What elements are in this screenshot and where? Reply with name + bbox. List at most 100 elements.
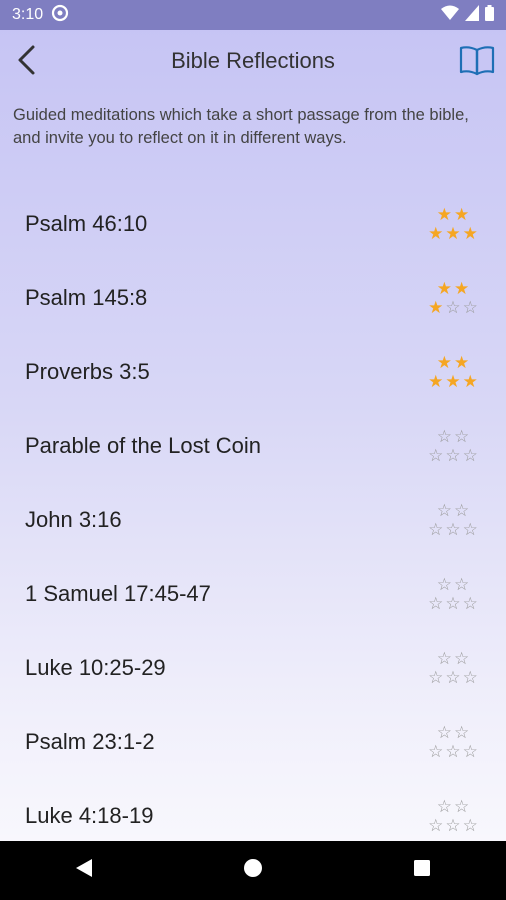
description-text: Guided meditations which take a short pa… (13, 106, 469, 147)
star-row: ★ ★ ★ (428, 224, 478, 243)
nav-home-button[interactable] (233, 851, 273, 891)
nav-home-icon (243, 858, 263, 883)
star-empty-icon: ☆ (445, 668, 461, 687)
item-title: Psalm 145:8 (25, 285, 148, 310)
list-item[interactable]: Psalm 145:8 ★ ★ ★ ☆ ☆ (0, 261, 506, 335)
star-row: ★ ★ (437, 353, 470, 372)
star-row: ★ ★ ★ (428, 372, 478, 391)
star-filled-icon: ★ (462, 372, 478, 391)
star-empty-icon: ☆ (454, 797, 470, 816)
star-rating: ☆ ☆ ☆ ☆ ☆ (426, 501, 480, 539)
list-item[interactable]: John 3:16 ☆ ☆ ☆ ☆ ☆ (0, 483, 506, 557)
list-item[interactable]: Parable of the Lost Coin ☆ ☆ ☆ ☆ ☆ (0, 409, 506, 483)
star-empty-icon: ☆ (462, 668, 478, 687)
item-title: 1 Samuel 17:45-47 (25, 581, 211, 606)
wifi-icon (441, 5, 459, 26)
nav-back-button[interactable] (64, 851, 104, 891)
star-empty-icon: ☆ (445, 742, 461, 761)
star-row: ☆ ☆ (437, 649, 470, 668)
star-row: ☆ ☆ (437, 575, 470, 594)
star-row: ☆ ☆ ☆ (428, 668, 478, 687)
app-bar: Bible Reflections (0, 30, 506, 94)
battery-icon (485, 4, 494, 26)
list-item[interactable]: 1 Samuel 17:45-47 ☆ ☆ ☆ ☆ ☆ (0, 557, 506, 631)
star-empty-icon: ☆ (454, 649, 470, 668)
star-row: ★ ★ (437, 205, 470, 224)
star-row: ☆ ☆ ☆ (428, 520, 478, 539)
star-filled-icon: ★ (445, 372, 461, 391)
star-rating: ★ ★ ★ ★ ★ (426, 353, 480, 391)
star-filled-icon: ★ (436, 205, 452, 224)
list-item[interactable]: Proverbs 3:5 ★ ★ ★ ★ ★ (0, 335, 506, 409)
star-empty-icon: ☆ (436, 797, 452, 816)
star-empty-icon: ☆ (454, 501, 470, 520)
status-right (441, 4, 494, 26)
star-row: ☆ ☆ (437, 501, 470, 520)
star-empty-icon: ☆ (462, 816, 478, 835)
item-title: Psalm 46:10 (25, 211, 148, 236)
list-item[interactable]: Psalm 46:10 ★ ★ ★ ★ ★ (0, 187, 506, 261)
bible-book-button[interactable] (458, 44, 496, 80)
star-rating: ★ ★ ★ ★ ★ (426, 205, 480, 243)
star-empty-icon: ☆ (454, 575, 470, 594)
list-item[interactable]: Luke 10:25-29 ☆ ☆ ☆ ☆ ☆ (0, 631, 506, 705)
item-title: Parable of the Lost Coin (25, 433, 262, 458)
item-title: Luke 10:25-29 (25, 655, 166, 680)
star-empty-icon: ☆ (445, 446, 461, 465)
star-filled-icon: ★ (454, 353, 470, 372)
star-empty-icon: ☆ (445, 594, 461, 613)
star-row: ☆ ☆ (437, 723, 470, 742)
star-row: ☆ ☆ ☆ (428, 594, 478, 613)
star-empty-icon: ☆ (428, 742, 444, 761)
star-empty-icon: ☆ (436, 427, 452, 446)
star-empty-icon: ☆ (428, 668, 444, 687)
star-empty-icon: ☆ (436, 501, 452, 520)
status-time: 3:10 (12, 6, 44, 23)
star-rating: ☆ ☆ ☆ ☆ ☆ (426, 427, 480, 465)
star-row: ☆ ☆ (437, 797, 470, 816)
reflection-list: Psalm 46:10 ★ ★ ★ ★ ★ Psalm 145:8 ★ ★ ★ ☆ ☆ Proverbs… (0, 187, 506, 853)
star-empty-icon: ☆ (445, 520, 461, 539)
nav-back-icon (75, 858, 93, 883)
star-empty-icon: ☆ (462, 520, 478, 539)
star-filled-icon: ★ (428, 224, 444, 243)
star-empty-icon: ☆ (428, 520, 444, 539)
star-rating: ★ ★ ★ ☆ ☆ (426, 279, 480, 317)
star-empty-icon: ☆ (436, 723, 452, 742)
vpn-icon (51, 4, 69, 27)
star-filled-icon: ★ (445, 224, 461, 243)
nav-recents-icon (413, 859, 431, 882)
star-empty-icon: ☆ (428, 594, 444, 613)
item-title: John 3:16 (25, 507, 122, 532)
star-empty-icon: ☆ (428, 816, 444, 835)
signal-icon (465, 4, 479, 26)
star-empty-icon: ☆ (462, 446, 478, 465)
status-left: 3:10 (12, 4, 69, 27)
star-empty-icon: ☆ (454, 723, 470, 742)
star-empty-icon: ☆ (462, 594, 478, 613)
star-row: ★ ☆ ☆ (428, 298, 478, 317)
star-empty-icon: ☆ (436, 649, 452, 668)
star-empty-icon: ☆ (462, 742, 478, 761)
star-filled-icon: ★ (454, 205, 470, 224)
star-filled-icon: ★ (428, 298, 444, 317)
star-rating: ☆ ☆ ☆ ☆ ☆ (426, 649, 480, 687)
item-title: Proverbs 3:5 (25, 359, 150, 384)
star-row: ☆ ☆ (437, 427, 470, 446)
star-empty-icon: ☆ (462, 298, 478, 317)
star-empty-icon: ☆ (428, 446, 444, 465)
item-title: Psalm 23:1-2 (25, 729, 155, 754)
system-nav-bar (0, 841, 506, 900)
star-row: ★ ★ (437, 279, 470, 298)
star-filled-icon: ★ (454, 279, 470, 298)
star-filled-icon: ★ (436, 353, 452, 372)
star-empty-icon: ☆ (454, 427, 470, 446)
star-empty-icon: ☆ (436, 575, 452, 594)
star-rating: ☆ ☆ ☆ ☆ ☆ (426, 575, 480, 613)
item-title: Luke 4:18-19 (25, 803, 154, 828)
book-icon (459, 44, 495, 81)
nav-recents-button[interactable] (402, 851, 442, 891)
list-item[interactable]: Psalm 23:1-2 ☆ ☆ ☆ ☆ ☆ (0, 705, 506, 779)
star-row: ☆ ☆ ☆ (428, 816, 478, 835)
star-filled-icon: ★ (462, 224, 478, 243)
